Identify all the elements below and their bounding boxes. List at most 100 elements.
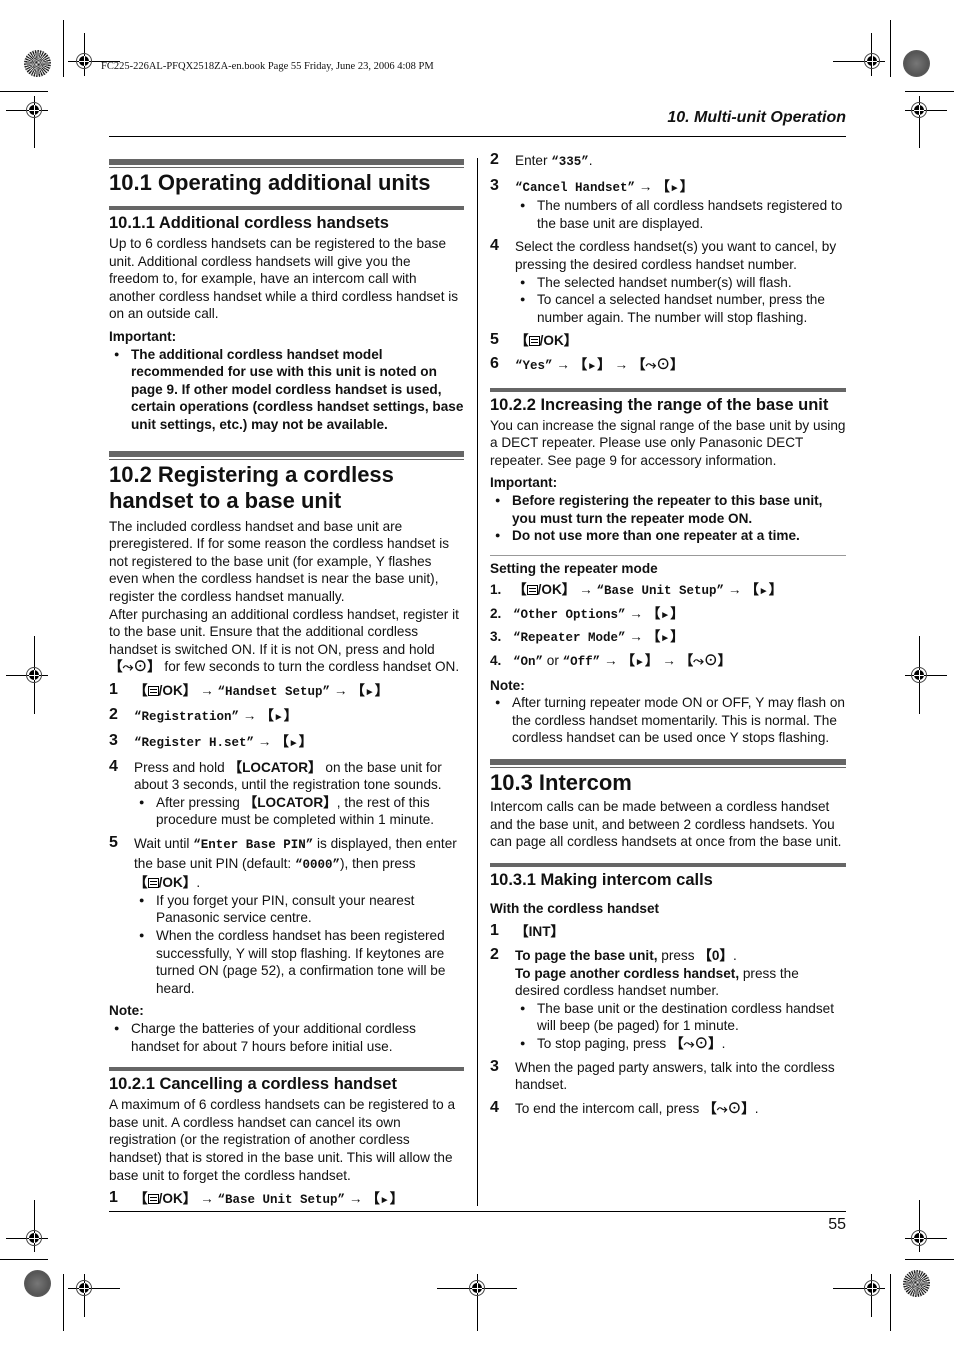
right-arrow-icon: ►: [288, 738, 299, 750]
list-item: Charge the batteries of your additional …: [109, 1020, 464, 1055]
step-1: 1 【INT】: [490, 922, 565, 940]
off-icon: ⤳⊙: [645, 356, 670, 372]
registration-mark: [857, 46, 887, 76]
menu-ok-icon: [147, 1194, 159, 1205]
ok-key: 【/OK】: [134, 1191, 197, 1207]
menu-item: “Cancel Handset”: [515, 180, 636, 195]
list-item: Do not use more than one repeater at a t…: [490, 527, 846, 545]
right-key: 【►】: [646, 629, 684, 645]
subsection-bar: [109, 206, 464, 210]
crop-line: [0, 1259, 48, 1260]
step-3: 3 “Cancel Handset” → 【►】 The numbers of …: [490, 177, 846, 233]
right-key: 【►】: [260, 708, 298, 724]
subsection-title-10-1-1: 10.1.1 Additional cordless handsets: [109, 214, 389, 232]
ok-key: 【/OK】: [134, 682, 197, 698]
locator-key: 【LOCATOR】: [228, 759, 322, 775]
antenna-icon: Υ: [235, 945, 245, 961]
subsection-bar: [490, 862, 846, 867]
off-key: 【⤳⊙】: [631, 356, 684, 372]
important-label: Important:: [490, 475, 558, 491]
menu-ok-icon: [526, 585, 538, 596]
registration-mark: [462, 1273, 492, 1303]
display-text: “Enter Base PIN”: [193, 838, 314, 853]
crop-line: [905, 91, 954, 92]
list-item: Before registering the repeater to this …: [490, 492, 846, 527]
menu-item: “Register H.set”: [134, 736, 255, 751]
repeater-step-1: 1. 【/OK】 → “Base Unit Setup” → 【►】: [490, 582, 783, 599]
crop-line: [63, 20, 64, 77]
section-title-10-2: 10.2 Registering a cordless handset to a…: [109, 461, 394, 513]
menu-item: “Other Options”: [513, 607, 626, 622]
right-arrow-icon: ►: [660, 609, 671, 621]
subsection-title-10-2-2: 10.2.2 Increasing the range of the base …: [490, 395, 829, 414]
right-key: 【►】: [745, 582, 783, 598]
ok-key: 【/OK】: [515, 333, 578, 349]
right-arrow-icon: ►: [669, 182, 680, 194]
list-item: The selected handset number(s) will flas…: [515, 274, 846, 292]
menu-item: “Off”: [562, 655, 601, 670]
step-5: 5 【/OK】: [490, 331, 578, 349]
off-icon: ⤳⊙: [683, 1035, 709, 1051]
note-label: Note:: [490, 677, 525, 693]
right-column: 2 Enter “335”. 3 “Cancel Handset” → 【►】 …: [490, 151, 846, 1117]
menu-item: “On”: [513, 655, 544, 670]
registration-mark: [19, 660, 49, 690]
section-bar: [490, 759, 846, 769]
step-4: 4 To end the intercom call, press 【⤳⊙】.: [490, 1098, 759, 1116]
section-bar: [109, 450, 464, 460]
crop-line: [0, 91, 48, 92]
step-2: 2 “Registration” → 【►】: [109, 706, 298, 725]
subsection-title-10-3-1: 10.3.1 Making intercom calls: [490, 870, 713, 889]
right-key: 【►】: [351, 682, 389, 698]
subsection-bar: [109, 1067, 464, 1072]
ok-key: 【/OK】: [513, 582, 576, 598]
step-4: 4 Select the cordless handset(s) you wan…: [490, 237, 846, 326]
text: When the paged party answers, talk into …: [515, 1059, 835, 1093]
subsection-title-10-2-1: 10.2.1 Cancelling a cordless handset: [109, 1075, 397, 1094]
off-key: 【⤳⊙】: [670, 1035, 722, 1051]
right-key: 【►】: [646, 605, 684, 621]
crop-line: [63, 1274, 64, 1331]
crop-line: [890, 1274, 891, 1331]
text: After purchasing an additional cordless …: [109, 606, 459, 657]
color-target-top-left: [24, 50, 51, 77]
registration-mark: [19, 1223, 49, 1253]
right-arrow-icon: ►: [587, 360, 598, 372]
right-arrow-icon: ►: [273, 712, 284, 724]
print-header: FC225-226AL-PFQX2518ZA-en.book Page 55 F…: [101, 61, 434, 72]
running-header: 10. Multi-unit Operation: [667, 109, 846, 126]
menu-item: “Handset Setup”: [217, 684, 331, 699]
text: Press and hold: [134, 759, 229, 775]
divider: [490, 554, 846, 556]
menu-ok-icon: [528, 336, 540, 347]
text: To end the intercom call, press: [515, 1100, 704, 1116]
menu-item: “Base Unit Setup”: [217, 1193, 346, 1208]
int-key: 【INT】: [515, 924, 565, 940]
repeater-step-4: 4. “On” or “Off” → 【►】 → 【⤳⊙】: [490, 653, 732, 670]
antenna-icon: Υ: [755, 695, 765, 711]
section-title-10-3: 10.3 Intercom: [490, 770, 632, 796]
text: Select the cordless handset(s) you want …: [515, 239, 837, 272]
step-2: 2 Enter “335”.: [490, 151, 593, 169]
right-arrow-icon: ►: [758, 586, 769, 598]
list-item: To stop paging, press 【⤳⊙】.: [515, 1035, 846, 1053]
menu-ok-icon: [147, 878, 159, 889]
subsection-bar: [490, 387, 846, 392]
important-list: The additional cordless handset model re…: [109, 346, 464, 434]
registration-mark: [69, 1273, 99, 1303]
menu-item: “Yes”: [515, 358, 553, 373]
right-arrow-icon: ►: [364, 686, 375, 698]
step-3: 3 When the paged party answers, talk int…: [490, 1057, 835, 1093]
registration-mark: [904, 1223, 934, 1253]
list-item: The base unit or the destination cordles…: [515, 1000, 846, 1035]
right-key: 【►】: [656, 178, 694, 194]
paragraph: Intercom calls can be made between a cor…: [490, 799, 842, 850]
menu-item: “Base Unit Setup”: [596, 584, 725, 599]
list-item: To cancel a selected handset number, pre…: [515, 291, 846, 326]
repeater-step-3: 3. “Repeater Mode” → 【►】: [490, 629, 684, 646]
section-bar: [109, 159, 464, 168]
step-2: 2 To page the base unit, press 【0】. To p…: [490, 946, 846, 1053]
column-divider: [477, 158, 478, 1206]
right-arrow-icon: ►: [379, 1195, 390, 1207]
text: for few seconds to turn the cordless han…: [160, 659, 460, 675]
